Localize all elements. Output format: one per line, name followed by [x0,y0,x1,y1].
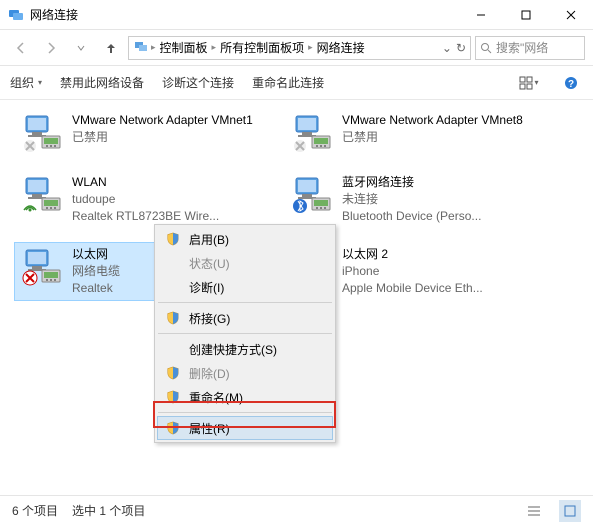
context-menu-item[interactable]: 桥接(G) [157,306,333,330]
chevron-down-icon: ▾ [534,78,538,87]
location-icon [133,38,149,57]
breadcrumb-item[interactable]: 控制面板 [158,39,210,56]
adapter-name: 以太网 2 [342,246,483,263]
shield-icon [165,389,181,405]
disable-device-button[interactable]: 禁用此网络设备 [60,74,144,91]
view-options-button[interactable]: ▾ [517,71,541,95]
context-menu-item[interactable]: 诊断(I) [157,275,333,299]
adapter-text: 以太网 2iPhoneApple Mobile Device Eth... [342,246,483,296]
network-adapter-item[interactable]: VMware Network Adapter VMnet8已禁用 [284,108,554,156]
adapter-icon [20,174,64,214]
chevron-right-icon: ▸ [151,42,156,53]
adapter-text: VMware Network Adapter VMnet8已禁用 [342,112,523,146]
menu-separator [158,333,332,334]
diagnose-button[interactable]: 诊断这个连接 [162,74,234,91]
network-adapter-item[interactable]: VMware Network Adapter VMnet1已禁用 [14,108,284,156]
recent-dropdown[interactable] [68,35,94,61]
adapter-icon [290,112,334,152]
network-adapter-item[interactable]: 蓝牙网络连接未连接Bluetooth Device (Perso... [284,170,554,228]
context-menu-item: 状态(U) [157,251,333,275]
adapter-text: VMware Network Adapter VMnet1已禁用 [72,112,253,146]
up-button[interactable] [98,35,124,61]
adapter-device: Bluetooth Device (Perso... [342,208,481,225]
selection-count: 选中 1 个项目 [72,502,145,519]
adapter-status: iPhone [342,263,483,280]
shield-icon [165,310,181,326]
thumbnails-view-button[interactable] [559,500,581,522]
menu-separator [158,412,332,413]
app-icon [8,7,24,23]
adapter-name: 蓝牙网络连接 [342,174,481,191]
menu-item-label: 重命名(M) [189,389,243,406]
adapter-status: 网络电缆 [72,263,120,280]
rename-button[interactable]: 重命名此连接 [252,74,324,91]
adapter-name: VMware Network Adapter VMnet8 [342,112,523,129]
help-button[interactable]: ? [559,71,583,95]
menu-separator [158,302,332,303]
search-icon [480,42,492,54]
adapter-status: 已禁用 [72,129,253,146]
toolbar: 组织▾ 禁用此网络设备 诊断这个连接 重命名此连接 ▾ ? [0,66,593,100]
adapter-status: tudoupe [72,191,219,208]
chevron-right-icon: ▸ [212,42,217,53]
address-bar[interactable]: ▸ 控制面板 ▸ 所有控制面板项 ▸ 网络连接 ⌄ ↻ [128,36,471,60]
maximize-button[interactable] [503,0,548,30]
adapter-device: Realtek [72,280,120,297]
item-count: 6 个项目 [12,502,58,519]
address-dropdown-icon[interactable]: ⌄ [442,41,452,55]
chevron-down-icon: ▾ [38,78,42,87]
adapter-icon [290,174,334,214]
search-placeholder: 搜索"网络 [496,39,548,56]
breadcrumb-item[interactable]: 网络连接 [315,39,367,56]
adapter-status: 已禁用 [342,129,523,146]
menu-item-label: 诊断(I) [189,279,224,296]
close-button[interactable] [548,0,593,30]
adapter-icon [20,246,64,286]
adapter-text: 以太网网络电缆Realtek [72,246,120,296]
adapter-device: Apple Mobile Device Eth... [342,280,483,297]
adapter-status: 未连接 [342,191,481,208]
search-input[interactable]: 搜索"网络 [475,36,585,60]
content-area: VMware Network Adapter VMnet1已禁用VMware N… [0,100,593,495]
context-menu-item[interactable]: 属性(R) [157,416,333,440]
status-bar: 6 个项目 选中 1 个项目 [0,495,593,525]
shield-icon [165,420,181,436]
menu-item-label: 创建快捷方式(S) [189,341,277,358]
chevron-right-icon: ▸ [308,42,313,53]
adapter-icon [20,112,64,152]
minimize-button[interactable] [458,0,503,30]
shield-icon [165,365,181,381]
menu-item-label: 删除(D) [189,365,230,382]
adapter-name: VMware Network Adapter VMnet1 [72,112,253,129]
menu-item-label: 属性(R) [189,420,230,437]
menu-item-label: 启用(B) [189,231,229,248]
details-view-button[interactable] [523,500,545,522]
window-title: 网络连接 [30,6,458,23]
titlebar: 网络连接 [0,0,593,30]
context-menu-item: 删除(D) [157,361,333,385]
context-menu: 启用(B) 状态(U) 诊断(I) 桥接(G) 创建快捷方式(S) 删除(D) 重命名(M)… [154,224,336,443]
adapter-name: 以太网 [72,246,120,263]
menu-item-label: 状态(U) [189,255,230,272]
svg-text:?: ? [568,79,574,90]
shield-icon [165,231,181,247]
back-button[interactable] [8,35,34,61]
forward-button[interactable] [38,35,64,61]
refresh-icon[interactable]: ↻ [456,41,466,55]
context-menu-item[interactable]: 创建快捷方式(S) [157,337,333,361]
menu-item-label: 桥接(G) [189,310,230,327]
context-menu-item[interactable]: 启用(B) [157,227,333,251]
context-menu-item[interactable]: 重命名(M) [157,385,333,409]
network-adapter-item[interactable]: WLANtudoupeRealtek RTL8723BE Wire... [14,170,284,228]
navbar: ▸ 控制面板 ▸ 所有控制面板项 ▸ 网络连接 ⌄ ↻ 搜索"网络 [0,30,593,66]
adapter-text: WLANtudoupeRealtek RTL8723BE Wire... [72,174,219,224]
organize-menu[interactable]: 组织▾ [10,74,42,91]
adapter-name: WLAN [72,174,219,191]
breadcrumb-item[interactable]: 所有控制面板项 [218,39,306,56]
adapter-device: Realtek RTL8723BE Wire... [72,208,219,225]
adapter-text: 蓝牙网络连接未连接Bluetooth Device (Perso... [342,174,481,224]
